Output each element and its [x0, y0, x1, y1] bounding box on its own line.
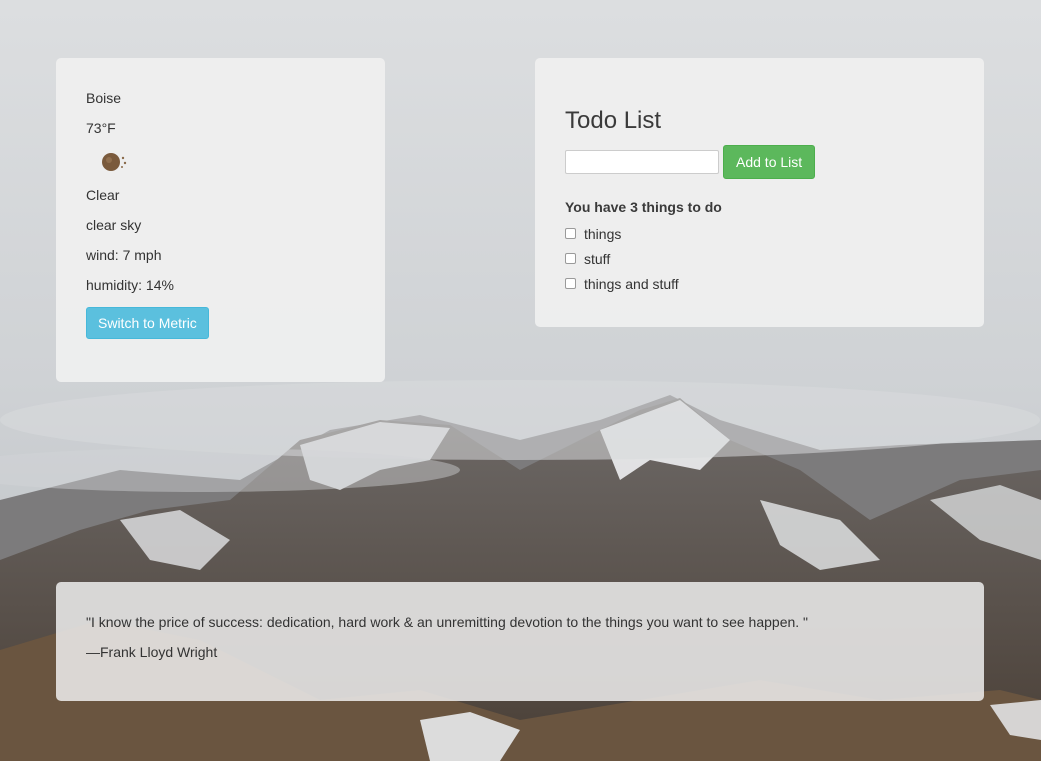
- todo-title: Todo List: [565, 107, 662, 134]
- todo-checkbox[interactable]: [565, 253, 576, 264]
- quote-widget: "I know the price of success: dedication…: [56, 582, 984, 701]
- todo-item-label: things: [584, 225, 622, 242]
- todo-checkbox[interactable]: [565, 278, 576, 289]
- todo-input[interactable]: [565, 150, 719, 174]
- weather-wind: wind: 7 mph: [86, 247, 162, 263]
- todo-item-label: stuff: [584, 250, 611, 267]
- add-to-list-button[interactable]: Add to List: [723, 145, 816, 179]
- weather-city: Boise: [86, 90, 122, 106]
- quote-author: —Frank Lloyd Wright: [86, 644, 218, 660]
- todo-widget: Todo List Add to List You have 3 things …: [535, 58, 984, 327]
- todo-item[interactable]: stuff: [565, 246, 954, 271]
- clear-sky-icon: [100, 149, 127, 175]
- todo-item[interactable]: things and stuff: [565, 271, 954, 296]
- weather-temperature: 73°F: [86, 120, 116, 136]
- todo-item[interactable]: things: [565, 221, 954, 246]
- weather-description: clear sky: [86, 217, 142, 233]
- weather-widget: Boise 73°F Clear clear sky wind: 7 mph h…: [56, 58, 385, 382]
- switch-to-metric-button[interactable]: Switch to Metric: [86, 307, 209, 339]
- todo-input-row: Add to List: [565, 145, 954, 179]
- todo-checkbox[interactable]: [565, 228, 576, 239]
- todo-item-label: things and stuff: [584, 275, 679, 292]
- todo-count: You have 3 things to do: [565, 199, 722, 215]
- weather-condition: Clear: [86, 187, 120, 203]
- weather-humidity: humidity: 14%: [86, 277, 174, 293]
- quote-text: "I know the price of success: dedication…: [86, 614, 809, 630]
